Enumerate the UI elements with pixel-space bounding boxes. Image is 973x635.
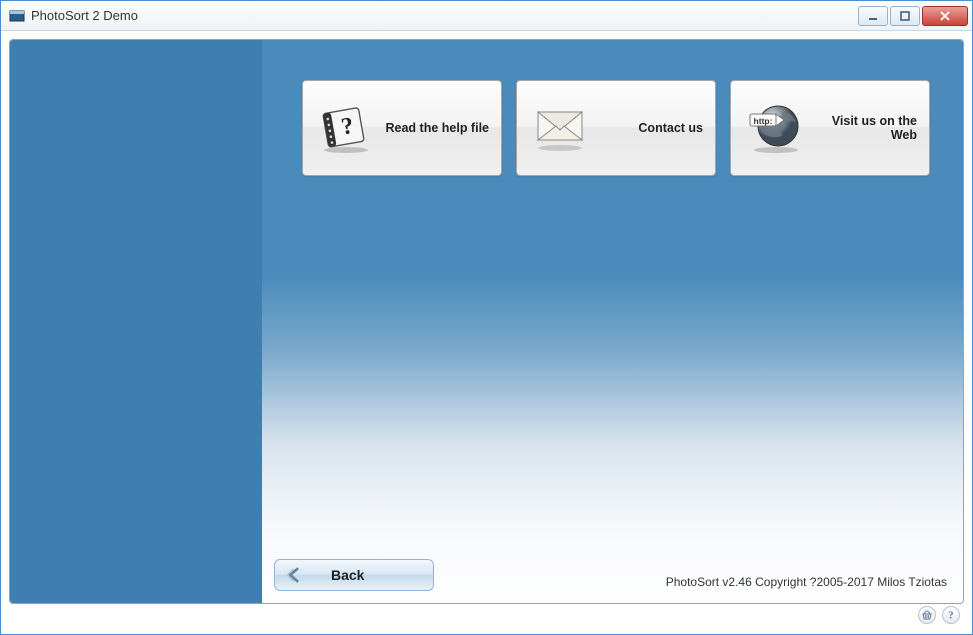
back-button-label: Back	[331, 567, 364, 583]
chevron-left-icon	[285, 565, 305, 585]
window-frame: PhotoSort 2 Demo	[0, 0, 973, 635]
back-button[interactable]: Back	[274, 559, 434, 591]
window-controls	[858, 6, 968, 26]
close-button[interactable]	[922, 6, 968, 26]
svg-text:http:: http:	[754, 116, 773, 126]
help-icon[interactable]: ?	[942, 606, 960, 624]
client-area: ? Read the help file	[1, 31, 972, 634]
card-row: ? Read the help file	[302, 80, 943, 176]
main-frame: ? Read the help file	[9, 39, 964, 604]
contact-card-label: Contact us	[593, 121, 705, 135]
content-area: ? Read the help file	[262, 40, 963, 603]
sidebar	[10, 40, 262, 603]
help-file-icon: ?	[313, 100, 379, 156]
svg-text:?: ?	[949, 611, 954, 622]
globe-icon: http:	[741, 100, 807, 156]
help-card[interactable]: ? Read the help file	[302, 80, 502, 176]
envelope-icon	[527, 100, 593, 156]
app-icon	[9, 8, 25, 24]
maximize-button[interactable]	[890, 6, 920, 26]
footer-bar: ?	[9, 604, 964, 626]
minimize-button[interactable]	[858, 6, 888, 26]
web-card[interactable]: http: Visit us on the Web	[730, 80, 930, 176]
web-card-label: Visit us on the Web	[807, 114, 919, 142]
contact-card[interactable]: Contact us	[516, 80, 716, 176]
basket-icon[interactable]	[918, 606, 936, 624]
window-title: PhotoSort 2 Demo	[31, 8, 858, 23]
copyright-text: PhotoSort v2.46 Copyright ?2005-2017 Mil…	[666, 575, 947, 589]
titlebar: PhotoSort 2 Demo	[1, 1, 972, 31]
help-card-label: Read the help file	[379, 121, 491, 135]
